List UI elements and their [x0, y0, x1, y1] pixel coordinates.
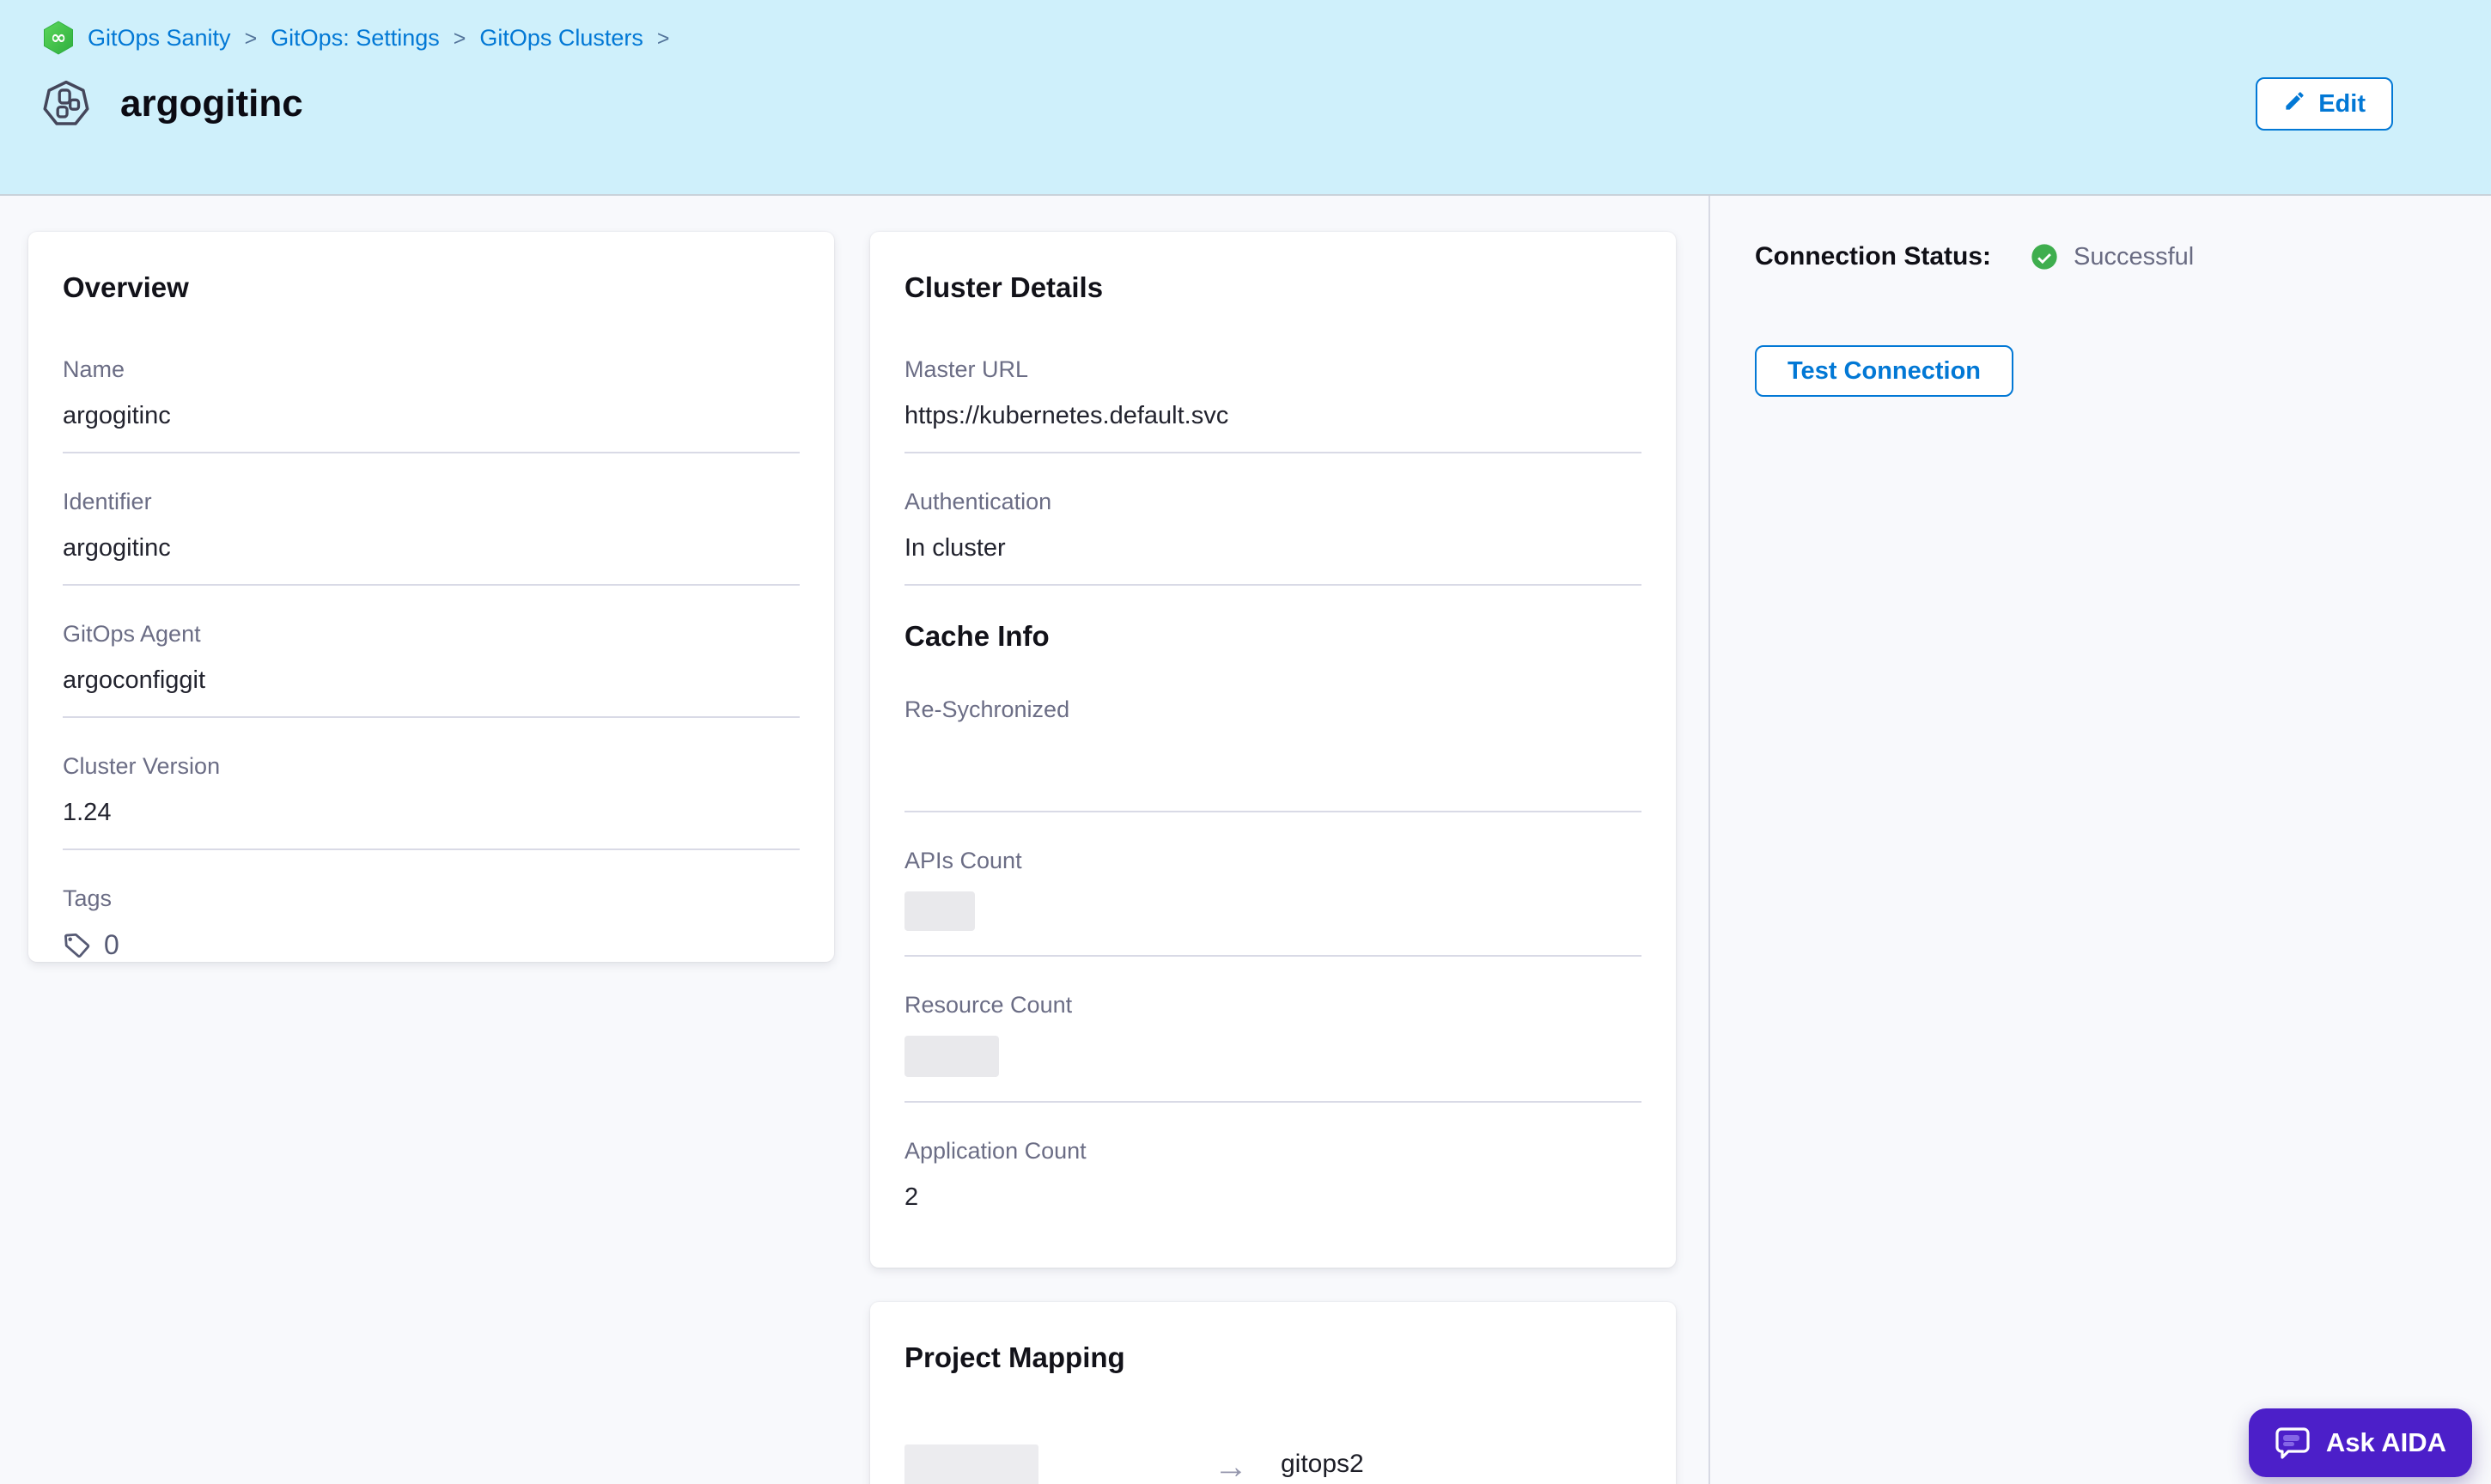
- cluster-details-card: Cluster Details Master URL https://kuber…: [870, 232, 1676, 1268]
- mapping-source-placeholder: [904, 1444, 1038, 1484]
- divider: [904, 1101, 1641, 1103]
- field-value-master-url: https://kubernetes.default.svc: [904, 400, 1641, 431]
- tag-icon: [63, 931, 92, 960]
- cluster-details-title: Cluster Details: [904, 271, 1641, 304]
- mapping-source-field: [904, 1444, 1179, 1484]
- field-label-resource-count: Resource Count: [904, 991, 1641, 1019]
- field-label-tags: Tags: [63, 885, 800, 912]
- field-label-master-url: Master URL: [904, 356, 1641, 383]
- page-title: argogitinc: [120, 82, 303, 125]
- divider: [904, 452, 1641, 453]
- page-header: ∞ GitOps Sanity > GitOps: Settings > Git…: [0, 0, 2491, 196]
- connection-status-row: Connection Status: Successful: [1755, 242, 2491, 271]
- resource-count-placeholder: [904, 1036, 999, 1077]
- field-value-cluster-version: 1.24: [63, 797, 800, 828]
- overview-title: Overview: [63, 271, 800, 304]
- divider: [63, 452, 800, 453]
- divider: [904, 955, 1641, 957]
- breadcrumb-separator: >: [454, 25, 466, 52]
- tags-row: 0: [63, 929, 800, 961]
- apis-count-placeholder: [904, 891, 975, 931]
- field-value-authentication: In cluster: [904, 532, 1641, 563]
- edit-button-label: Edit: [2318, 90, 2366, 119]
- gitops-cluster-details-page: ∞ GitOps Sanity > GitOps: Settings > Git…: [0, 0, 2491, 1484]
- breadcrumb-link-project[interactable]: GitOps Sanity: [88, 25, 231, 52]
- field-label-resynchronized: Re-Sychronized: [904, 696, 1641, 723]
- edit-button[interactable]: Edit: [2256, 77, 2393, 131]
- breadcrumb-link-settings[interactable]: GitOps: Settings: [271, 25, 440, 52]
- content-area: Overview Name argogitinc Identifier argo…: [0, 196, 2491, 1484]
- divider: [904, 584, 1641, 586]
- field-label-authentication: Authentication: [904, 488, 1641, 515]
- field-value-identifier: argogitinc: [63, 532, 800, 563]
- divider: [63, 848, 800, 850]
- pencil-icon: [2283, 89, 2306, 119]
- divider: [904, 811, 1641, 812]
- ask-aida-label: Ask AIDA: [2326, 1427, 2446, 1458]
- cache-info-title: Cache Info: [904, 620, 1641, 653]
- breadcrumb-link-clusters[interactable]: GitOps Clusters: [479, 25, 643, 52]
- breadcrumb-separator: >: [657, 25, 670, 52]
- field-value-application-count: 2: [904, 1182, 1641, 1213]
- tags-count: 0: [104, 929, 119, 961]
- test-connection-button[interactable]: Test Connection: [1755, 345, 2013, 397]
- center-column: Cluster Details Master URL https://kuber…: [870, 232, 1676, 1484]
- gitops-logo-icon: ∞: [43, 21, 74, 55]
- ask-aida-button[interactable]: Ask AIDA: [2249, 1408, 2472, 1477]
- title-row: argogitinc Edit: [43, 77, 2443, 131]
- field-label-application-count: Application Count: [904, 1137, 1641, 1165]
- main-panel: Overview Name argogitinc Identifier argo…: [0, 196, 1708, 1484]
- field-value-gitops-agent: argoconfiggit: [63, 665, 800, 696]
- project-mapping-title: Project Mapping: [904, 1341, 1641, 1374]
- connection-status-label: Connection Status:: [1755, 242, 1991, 271]
- field-value-name: argogitinc: [63, 400, 800, 431]
- divider: [63, 716, 800, 718]
- project-mapping-row: → gitops2: [904, 1444, 1641, 1484]
- check-circle-icon: [2031, 243, 2058, 271]
- cluster-icon: [43, 79, 89, 129]
- connection-panel: Connection Status: Successful Test Conne…: [1708, 196, 2491, 1484]
- field-value-resynchronized: [904, 740, 1641, 790]
- arrow-right-icon: →: [1214, 1450, 1248, 1484]
- project-mapping-card: Project Mapping → gitops2: [870, 1302, 1676, 1484]
- connection-status-text: Successful: [2074, 243, 2194, 271]
- mapping-target-field: gitops2: [1279, 1450, 1561, 1484]
- field-label-identifier: Identifier: [63, 488, 800, 515]
- field-label-name: Name: [63, 356, 800, 383]
- connection-status-value: Successful: [2031, 243, 2194, 271]
- breadcrumb: ∞ GitOps Sanity > GitOps: Settings > Git…: [43, 21, 2443, 55]
- divider: [63, 584, 800, 586]
- field-label-apis-count: APIs Count: [904, 847, 1641, 874]
- field-label-gitops-agent: GitOps Agent: [63, 620, 800, 648]
- breadcrumb-separator: >: [245, 25, 258, 52]
- chat-bubble-icon: [2275, 1426, 2311, 1460]
- overview-card: Overview Name argogitinc Identifier argo…: [28, 232, 834, 962]
- field-label-cluster-version: Cluster Version: [63, 752, 800, 780]
- svg-text:∞: ∞: [51, 27, 66, 49]
